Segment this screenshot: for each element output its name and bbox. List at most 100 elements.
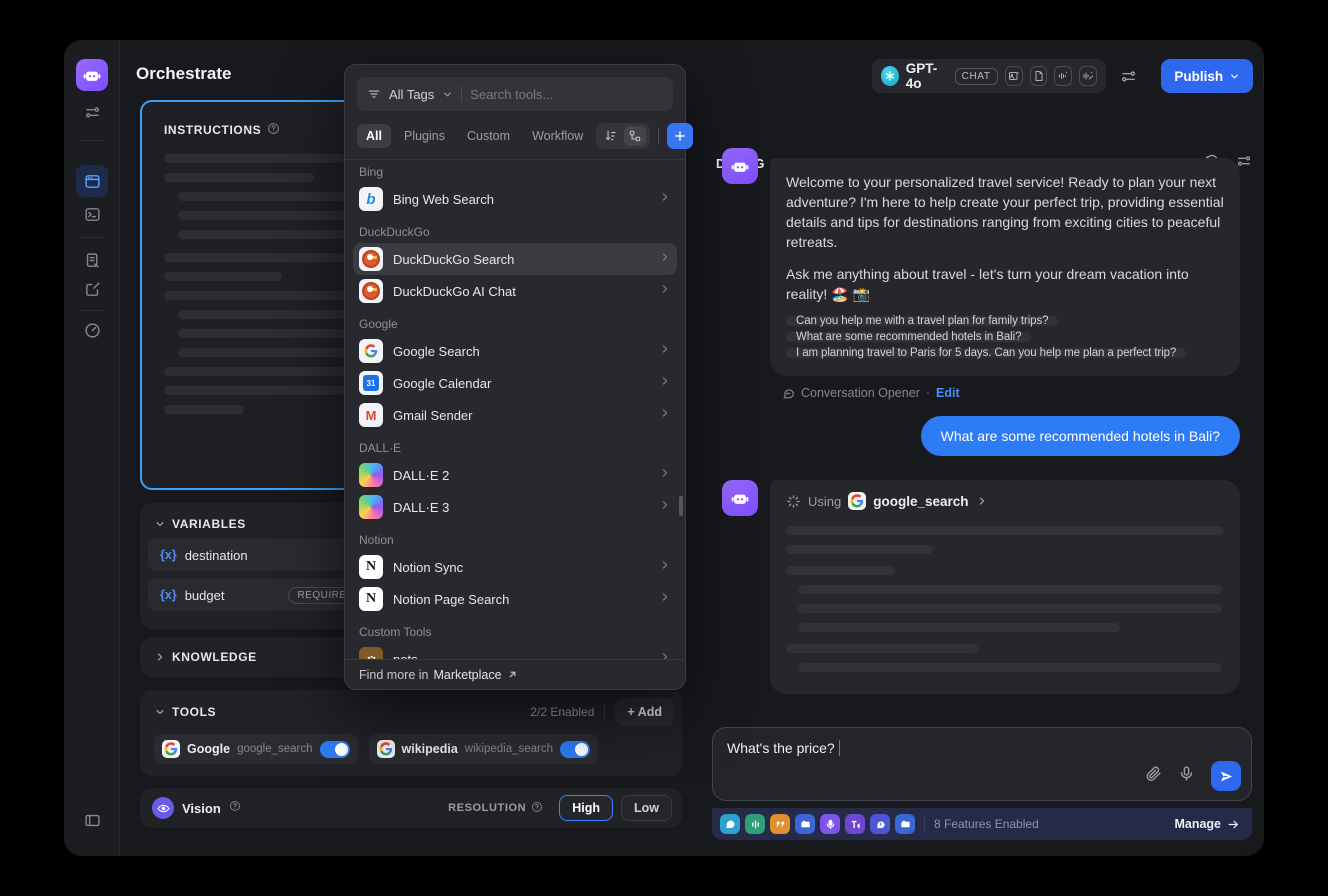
tool-toggle[interactable] — [560, 741, 590, 758]
version-history-button[interactable] — [1263, 59, 1264, 93]
tts-feature-icon[interactable] — [845, 814, 865, 834]
tool-list-item[interactable]: 31Google Calendar — [353, 367, 677, 399]
app-logo-robot-icon[interactable] — [76, 59, 108, 91]
chat-bubble-icon — [782, 387, 795, 400]
knowledge-title: KNOWLEDGE — [172, 650, 257, 664]
search-tools-input[interactable]: Search tools... — [470, 87, 553, 102]
tab-plugins[interactable]: Plugins — [395, 124, 454, 148]
bing-icon: b — [359, 187, 383, 211]
scrollbar-thumb[interactable] — [679, 496, 683, 516]
tool-list-item[interactable]: bBing Web Search — [353, 183, 677, 215]
dalle-icon — [359, 495, 383, 519]
tags-filter-dropdown[interactable]: All Tags — [389, 87, 434, 102]
chat-input-value[interactable]: What's the price? — [727, 740, 835, 756]
suggested-question-chip[interactable]: Can you help me with a travel plan for f… — [786, 316, 1058, 326]
tool-list-item[interactable]: NNotion Sync — [353, 551, 677, 583]
resolution-low-button[interactable]: Low — [621, 795, 672, 821]
tab-workflow[interactable]: Workflow — [523, 124, 592, 148]
suggested-question-chip[interactable]: I am planning travel to Paris for 5 days… — [786, 348, 1186, 358]
sort-controls — [596, 123, 650, 149]
publish-button[interactable]: Publish — [1161, 59, 1253, 93]
dalle-icon — [359, 463, 383, 487]
sidebar-item-gauge-icon[interactable] — [76, 314, 108, 346]
google-icon — [162, 740, 180, 758]
attach-paperclip-icon[interactable] — [1145, 765, 1162, 787]
arrow-right-icon — [1227, 818, 1240, 831]
suggested-question-chip[interactable]: What are some recommended hotels in Bali… — [786, 332, 1031, 342]
skeleton-line — [798, 585, 1222, 594]
tool-list-item[interactable]: Google Search — [353, 335, 677, 367]
image-capability-icon — [1005, 66, 1023, 86]
settings-sliders-icon[interactable] — [76, 96, 108, 128]
chat-input[interactable]: What's the price? — [712, 727, 1252, 801]
mic-icon[interactable] — [1178, 765, 1195, 787]
tools-title: TOOLS — [172, 705, 216, 719]
equalizer-feature-icon[interactable] — [745, 814, 765, 834]
tool-search-bar[interactable]: All Tags Search tools... — [357, 77, 673, 111]
tool-group-label: DuckDuckGo — [353, 215, 677, 243]
group-tree-icon[interactable] — [624, 126, 646, 146]
add-custom-tool-button[interactable] — [667, 123, 693, 149]
quote-feature-icon[interactable] — [770, 814, 790, 834]
tool-chip-google_search[interactable]: Googlegoogle_search — [154, 734, 358, 764]
tool-list-item[interactable]: DALL·E 2 — [353, 459, 677, 491]
using-label: Using — [808, 494, 841, 509]
vision-eye-icon — [152, 797, 174, 819]
tool-item-label: DALL·E 3 — [393, 500, 449, 515]
voice-feature-icon[interactable] — [820, 814, 840, 834]
chat-feature-icon[interactable] — [720, 814, 740, 834]
file-capability-icon — [1030, 66, 1048, 86]
chevron-right-icon — [154, 651, 166, 663]
tab-all[interactable]: All — [357, 124, 391, 148]
send-button[interactable] — [1211, 761, 1241, 791]
sidebar-item-document-icon[interactable] — [76, 244, 108, 276]
manage-features-link[interactable]: Manage — [1174, 817, 1240, 831]
skeleton-line — [164, 405, 244, 414]
tool-list-item[interactable]: MGmail Sender — [353, 399, 677, 431]
tool-list-item[interactable]: DuckDuckGo AI Chat — [353, 275, 677, 307]
footer-text: Find more in — [359, 668, 428, 682]
tool-toggle[interactable] — [320, 741, 350, 758]
spinner-icon — [786, 494, 801, 509]
resolution-high-button[interactable]: High — [559, 795, 613, 821]
help-icon[interactable] — [229, 799, 241, 817]
chat-preview: Welcome to your personalized travel serv… — [712, 148, 1252, 694]
skeleton-line — [786, 644, 978, 653]
chevron-right-icon — [976, 495, 988, 507]
collapse-sidebar-icon[interactable] — [76, 804, 108, 836]
chevron-right-icon — [659, 498, 671, 516]
tab-custom[interactable]: Custom — [458, 124, 519, 148]
edit-opener-link[interactable]: Edit — [936, 386, 960, 400]
chevron-right-icon — [659, 558, 671, 576]
tool-group-label: Notion — [353, 523, 677, 551]
tool-chip-wikipedia_search[interactable]: wikipediawikipedia_search — [369, 734, 599, 764]
sidebar-item-terminal-icon[interactable] — [76, 198, 108, 230]
files-feature-icon[interactable] — [895, 814, 915, 834]
user-message: What are some recommended hotels in Bali… — [921, 416, 1240, 456]
help-icon[interactable] — [267, 122, 280, 138]
model-selector[interactable]: GPT-4o CHAT — [872, 59, 1106, 93]
tool-group-label: DALL·E — [353, 431, 677, 459]
chevron-down-icon — [154, 518, 166, 530]
home-feature-icon[interactable] — [795, 814, 815, 834]
tools-header[interactable]: TOOLS — [154, 705, 216, 719]
help-icon[interactable] — [531, 801, 543, 816]
assistant-avatar — [722, 148, 758, 184]
tool-list-item[interactable]: DALL·E 3 — [353, 491, 677, 523]
marketplace-footer[interactable]: Find more in Marketplace — [345, 659, 685, 689]
tool-call-status[interactable]: Using google_search — [786, 490, 1224, 512]
tool-list-item[interactable]: DuckDuckGo Search — [353, 243, 677, 275]
tool-list-item[interactable]: NNotion Page Search — [353, 583, 677, 615]
prompt-feature-icon[interactable] — [870, 814, 890, 834]
marketplace-link[interactable]: Marketplace — [433, 668, 501, 682]
model-settings-sliders-icon[interactable] — [1120, 68, 1137, 85]
sidebar-item-window-icon[interactable] — [76, 165, 108, 197]
assistant-welcome-message: Welcome to your personalized travel serv… — [770, 158, 1240, 376]
sidebar-item-compose-icon[interactable] — [76, 273, 108, 305]
notion-icon: N — [359, 555, 383, 579]
add-tool-button[interactable]: + Add — [615, 698, 674, 726]
sort-az-icon[interactable] — [600, 126, 622, 146]
chevron-right-icon — [659, 466, 671, 484]
filter-funnel-icon — [367, 87, 381, 101]
tool-chip-name: Google — [187, 742, 230, 756]
